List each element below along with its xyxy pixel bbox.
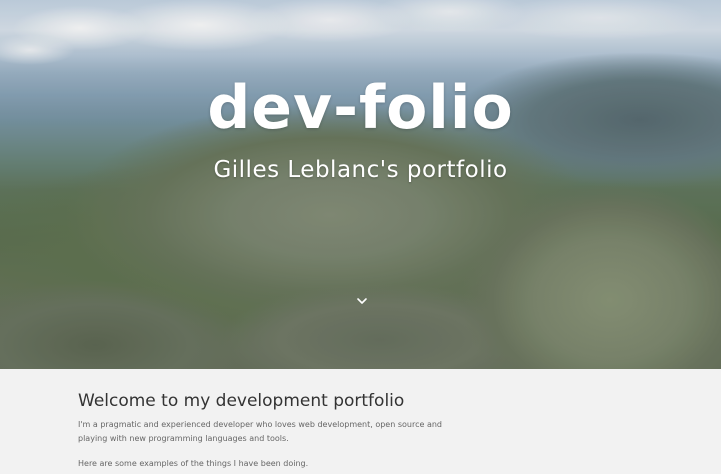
site-title: dev-folio [207, 73, 514, 143]
hero-banner: dev-folio Gilles Leblanc's portfolio [0, 0, 721, 369]
chevron-down-icon[interactable] [353, 292, 371, 310]
welcome-heading: Welcome to my development portfolio [78, 391, 405, 411]
intro-text: I'm a pragmatic and experienced develope… [78, 420, 442, 443]
examples-text: Here are some examples of the things I h… [78, 459, 309, 468]
site-subtitle: Gilles Leblanc's portfolio [213, 157, 508, 183]
main-content: Welcome to my development portfolio I'm … [0, 369, 721, 474]
